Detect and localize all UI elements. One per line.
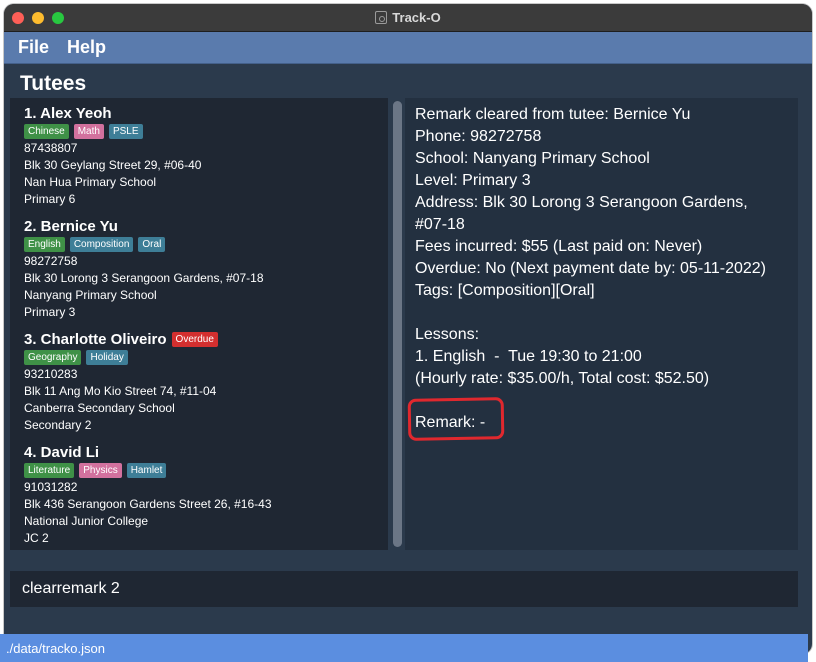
tutee-list[interactable]: 1. Alex Yeoh Chinese Math PSLE 87438807 Blk 3… [10,98,388,550]
tutee-name: 1. Alex Yeoh [24,105,112,122]
tutee-header: 2. Bernice Yu [24,217,388,236]
status-bar: ./data/tracko.json [0,634,808,662]
app-icon [375,11,388,24]
tutee-header: 3. Charlotte Oliveiro Overdue [24,330,388,349]
detail-line: Tags: [Composition][Oral] [415,282,595,299]
minimize-window-button[interactable] [32,12,44,24]
remark-annotation-circle [407,397,505,441]
detail-line: Address: Blk 30 Lorong 3 Serangoon Garde… [415,194,748,211]
tutee-school: Canberra Secondary School [24,401,175,415]
close-window-button[interactable] [12,12,24,24]
tutee-level: Secondary 2 [24,418,92,432]
detail-line: Phone: 98272758 [415,128,542,145]
tutee-name: 4. David Li [24,444,100,461]
tutee-phone: 87438807 [24,141,78,155]
tutee-card[interactable]: 1. Alex Yeoh Chinese Math PSLE 87438807 Blk 3… [24,104,388,208]
detail-line: Fees incurred: $55 (Last paid on: Never) [415,238,703,255]
tag-list: English Composition Oral [24,237,388,252]
detail-line: 1. English - Tue 19:30 to 21:00 [415,348,642,365]
tutee-list-scrollbar[interactable] [393,101,402,547]
tutee-card[interactable]: 3. Charlotte Oliveiro Overdue Geography Hol… [24,330,388,434]
maximize-window-button[interactable] [52,12,64,24]
tutee-phone: 91031282 [24,480,78,494]
tag-label: Literature [24,463,75,478]
window-title: Track-O [392,10,441,25]
overdue-badge: Overdue [171,332,218,347]
tutee-address: Blk 30 Geylang Street 29, #06-40 [24,158,202,172]
tag-label: English [24,237,65,252]
detail-line: (Hourly rate: $35.00/h, Total cost: $52.… [415,370,710,387]
tag-list: Chinese Math PSLE [24,124,388,139]
tutee-card[interactable]: 2. Bernice Yu English Composition Oral 98272… [24,217,388,321]
detail-line: Lessons: [415,326,480,343]
tag-label: Oral [138,237,166,252]
tutee-level: Primary 6 [24,192,76,206]
menu-help[interactable]: Help [67,37,106,58]
command-box[interactable] [10,571,798,607]
tag-label: Physics [79,463,122,478]
detail-line: Overdue: No (Next payment date by: 05-11… [415,260,766,277]
tutee-school: Nanyang Primary School [24,288,157,302]
tag-label: Hamlet [126,463,167,478]
tutee-header: 1. Alex Yeoh [24,104,388,123]
tutee-name: 2. Bernice Yu [24,218,118,235]
tag-list: Literature Physics Hamlet [24,463,388,478]
tag-list: Geography Holiday [24,350,388,365]
tutee-address: Blk 30 Lorong 3 Serangoon Gardens, #07-1… [24,271,264,285]
tutee-level: Primary 3 [24,305,76,319]
tag-label: Geography [24,350,82,365]
detail-line: Remark cleared from tutee: Bernice Yu [415,106,691,123]
tutee-name: 3. Charlotte Oliveiro [24,331,167,348]
tutee-address: Blk 436 Serangoon Gardens Street 26, #16… [24,497,272,511]
detail-spacer [415,302,788,324]
tag-label: Holiday [86,350,128,365]
window-controls [12,12,64,24]
tutee-header: 4. David Li [24,443,388,462]
detail-line: Level: Primary 3 [415,172,531,189]
menu-bar: File Help [4,32,812,64]
tutee-school: Nan Hua Primary School [24,175,157,189]
tutee-level: JC 2 [24,531,49,545]
detail-line: School: Nanyang Primary School [415,150,650,167]
menu-file[interactable]: File [18,37,49,58]
command-input[interactable] [22,580,786,598]
tutee-phone: 93210283 [24,367,78,381]
title-bar: Track-O [4,4,812,32]
section-title: Tutees [20,72,87,95]
tag-label: Composition [69,237,134,252]
detail-line: #07-18 [415,216,465,233]
tag-label: Math [73,124,104,139]
window-title-group: Track-O [375,10,441,25]
tutee-card[interactable]: 4. David Li Literature Physics Hamlet 910312… [24,443,388,547]
tag-label: PSLE [108,124,143,139]
tutee-address: Blk 11 Ang Mo Kio Street 74, #11-04 [24,384,217,398]
result-display: Remark cleared from tutee: Bernice Yu Pho… [405,98,798,550]
tag-label: Chinese [24,124,69,139]
save-file-path: ./data/tracko.json [6,640,105,656]
tutee-phone: 98272758 [24,254,78,268]
tutee-school: National Junior College [24,514,149,528]
